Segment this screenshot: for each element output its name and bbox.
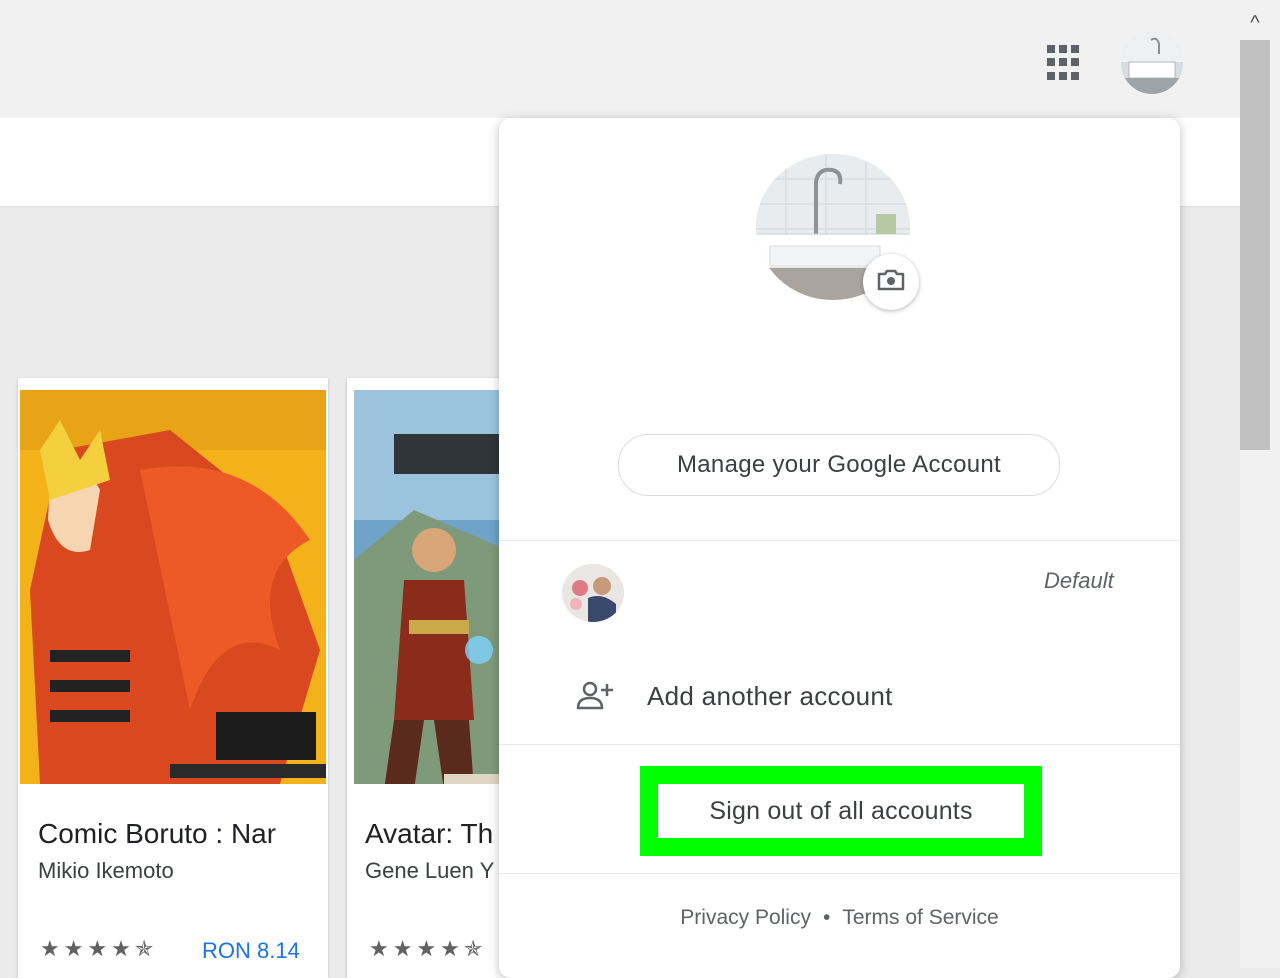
scrollbar-thumb[interactable]: [1240, 40, 1270, 450]
change-photo-button[interactable]: [863, 254, 919, 310]
terms-of-service-link[interactable]: Terms of Service: [842, 906, 998, 929]
camera-icon: [876, 268, 906, 297]
book-cover-avatar[interactable]: [354, 390, 507, 784]
book-card-boruto[interactable]: Comic Boruto : Nar Mikio Ikemoto ★★★★✯ R…: [18, 378, 328, 978]
add-person-icon[interactable]: [576, 680, 616, 712]
book-title[interactable]: Avatar: Th: [365, 818, 493, 850]
star-rating: ★★★★✯: [40, 936, 158, 961]
scroll-up-arrow-icon[interactable]: ^: [1244, 12, 1266, 34]
account-avatar-icon[interactable]: [1121, 32, 1183, 94]
divider: [499, 540, 1180, 541]
account-avatar[interactable]: [562, 564, 624, 622]
account-menu-popup: Manage your Google Account Default Add a…: [499, 118, 1180, 978]
title-fade: [268, 808, 328, 898]
star-rating: ★★★★✯: [369, 936, 487, 961]
book-cover-boruto[interactable]: [20, 390, 326, 784]
divider: [499, 873, 1180, 874]
divider: [499, 744, 1180, 745]
top-bar: [0, 0, 1240, 118]
book-title[interactable]: Comic Boruto : Nar: [38, 818, 276, 850]
privacy-policy-link[interactable]: Privacy Policy: [680, 906, 811, 929]
book-author[interactable]: Mikio Ikemoto: [38, 858, 174, 884]
add-account-link[interactable]: Add another account: [647, 681, 893, 712]
apps-grid-icon[interactable]: [1047, 45, 1083, 81]
manage-account-button[interactable]: Manage your Google Account: [618, 434, 1060, 496]
footer-separator: •: [822, 906, 831, 929]
popup-footer: Privacy Policy • Terms of Service: [499, 906, 1180, 930]
book-price[interactable]: RON 8.14: [202, 938, 300, 964]
sign-out-button[interactable]: Sign out of all accounts: [658, 784, 1024, 838]
default-account-label: Default: [1044, 568, 1114, 593]
book-card-avatar[interactable]: Avatar: Th Gene Luen Y ★★★★✯: [347, 378, 507, 978]
book-author[interactable]: Gene Luen Y: [365, 858, 494, 884]
